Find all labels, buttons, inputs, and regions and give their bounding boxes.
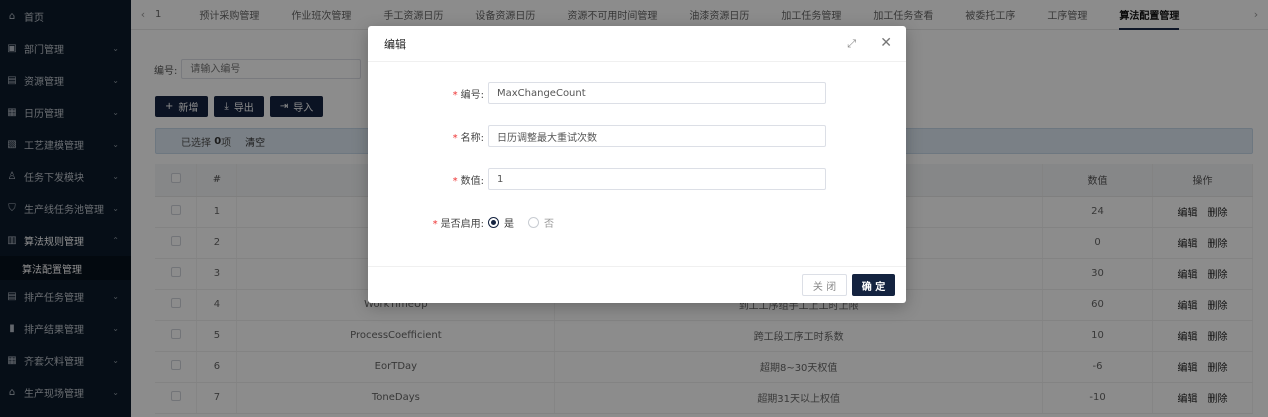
name-label-text: 名称:: [460, 132, 484, 144]
enabled-label: * 是否启用:: [368, 215, 488, 230]
dialog-footer: 关 闭 确 定: [368, 266, 906, 303]
name-row: * 名称: 日历调整最大重试次数: [368, 125, 826, 147]
code-field[interactable]: MaxChangeCount: [488, 82, 826, 104]
required-mark: *: [452, 89, 458, 101]
enabled-no-label: 否: [544, 219, 554, 230]
close-icon[interactable]: ✕: [880, 35, 892, 51]
close-button[interactable]: 关 闭: [802, 274, 847, 296]
enabled-label-text: 是否启用:: [440, 219, 484, 230]
code-label: * 编号:: [368, 86, 488, 101]
name-label: * 名称:: [368, 129, 488, 144]
radio-unchecked-icon: [528, 217, 539, 228]
edit-dialog: 编辑 ⤢ ✕ * 编号: MaxChangeCount * 名称: 日历调整最大重试…: [368, 26, 906, 303]
value-row: * 数值: 1: [368, 168, 826, 190]
dialog-header: 编辑 ⤢ ✕: [368, 26, 906, 62]
code-label-text: 编号:: [460, 89, 484, 101]
name-field[interactable]: 日历调整最大重试次数: [488, 125, 826, 147]
enabled-yes-label: 是: [504, 219, 514, 230]
fullscreen-icon[interactable]: ⤢: [847, 37, 856, 51]
code-row: * 编号: MaxChangeCount: [368, 82, 826, 104]
confirm-button[interactable]: 确 定: [852, 274, 895, 296]
radio-checked-icon: [488, 217, 499, 228]
value-label-text: 数值:: [460, 175, 484, 187]
enabled-row: * 是否启用: 是 否: [368, 215, 568, 230]
enabled-yes-radio[interactable]: 是: [488, 215, 514, 230]
value-field[interactable]: 1: [488, 168, 826, 190]
required-mark: *: [452, 175, 458, 187]
dialog-title: 编辑: [384, 37, 406, 51]
required-mark: *: [432, 219, 438, 230]
required-mark: *: [452, 132, 458, 144]
value-label: * 数值:: [368, 172, 488, 187]
enabled-no-radio[interactable]: 否: [528, 215, 554, 230]
